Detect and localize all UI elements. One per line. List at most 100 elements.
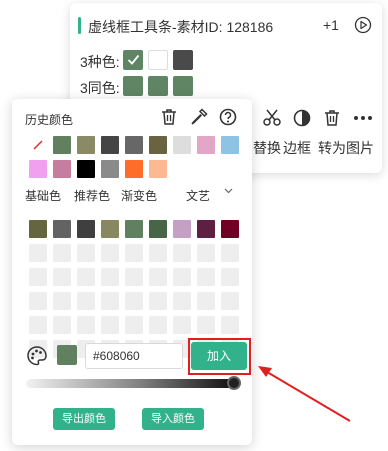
empty-color-slot[interactable] xyxy=(149,268,167,286)
row1-color-swatch[interactable] xyxy=(123,50,143,70)
play-icon[interactable] xyxy=(354,16,372,34)
check-icon xyxy=(127,54,140,65)
history-colors-title: 历史颜色 xyxy=(25,113,74,127)
no-color-swatch[interactable] xyxy=(29,136,47,154)
history-color-swatch[interactable] xyxy=(125,160,143,178)
opacity-slider-handle[interactable] xyxy=(227,376,241,390)
title-accent-bar xyxy=(78,17,81,34)
empty-color-slot[interactable] xyxy=(221,292,239,310)
empty-color-slot[interactable] xyxy=(77,244,95,262)
history-color-swatch[interactable] xyxy=(53,160,71,178)
tab-recommended-colors[interactable]: 推荐色 xyxy=(74,187,110,204)
row2-color-swatch[interactable] xyxy=(123,76,143,96)
row1-color-swatch[interactable] xyxy=(173,50,193,70)
hex-input[interactable] xyxy=(85,343,183,369)
empty-color-slot[interactable] xyxy=(101,316,119,334)
empty-color-slot[interactable] xyxy=(29,316,47,334)
empty-color-slot[interactable] xyxy=(53,268,71,286)
eyedropper-icon[interactable] xyxy=(189,107,209,127)
empty-color-slot[interactable] xyxy=(197,244,215,262)
empty-color-slot[interactable] xyxy=(149,316,167,334)
empty-color-slot[interactable] xyxy=(149,244,167,262)
history-color-swatch[interactable] xyxy=(149,160,167,178)
empty-color-slot[interactable] xyxy=(125,268,143,286)
action-to-image-label[interactable]: 转为图片 xyxy=(318,138,374,158)
empty-color-slot[interactable] xyxy=(221,268,239,286)
empty-color-slot[interactable] xyxy=(53,292,71,310)
empty-color-slot[interactable] xyxy=(125,316,143,334)
empty-color-slot[interactable] xyxy=(197,268,215,286)
empty-color-slot[interactable] xyxy=(149,292,167,310)
empty-color-slot[interactable] xyxy=(125,244,143,262)
palette-icon[interactable] xyxy=(26,345,48,367)
color-picker-panel: 历史颜色 基础色 推荐色 渐变色 文艺 加入 导出颜 xyxy=(12,99,252,445)
empty-color-slot[interactable] xyxy=(29,244,47,262)
history-color-swatch[interactable] xyxy=(77,160,95,178)
empty-color-slot[interactable] xyxy=(197,316,215,334)
row2-color-swatch[interactable] xyxy=(148,76,168,96)
empty-color-slot[interactable] xyxy=(173,268,191,286)
empty-color-slot[interactable] xyxy=(173,316,191,334)
preset-color-swatch[interactable] xyxy=(53,220,71,238)
row2-label: 3同色: xyxy=(80,80,120,96)
tab-basic-colors[interactable]: 基础色 xyxy=(25,187,61,204)
row2-color-swatch[interactable] xyxy=(173,76,193,96)
callout-arrow-icon xyxy=(258,366,351,422)
more-icon[interactable] xyxy=(352,108,374,128)
preset-color-swatch[interactable] xyxy=(173,220,191,238)
empty-color-slot[interactable] xyxy=(101,292,119,310)
empty-color-slot[interactable] xyxy=(221,316,239,334)
history-color-swatch[interactable] xyxy=(101,136,119,154)
preset-color-swatch[interactable] xyxy=(77,220,95,238)
theme-select-value: 文艺 xyxy=(186,189,211,203)
empty-color-slot[interactable] xyxy=(101,244,119,262)
empty-color-slot[interactable] xyxy=(29,292,47,310)
preset-color-swatch[interactable] xyxy=(101,220,119,238)
chevron-down-icon xyxy=(224,188,233,194)
history-color-swatch[interactable] xyxy=(53,136,71,154)
history-color-swatch[interactable] xyxy=(197,136,215,154)
theme-select[interactable]: 文艺 xyxy=(172,181,242,205)
empty-color-slot[interactable] xyxy=(197,292,215,310)
preset-color-swatch[interactable] xyxy=(125,220,143,238)
export-colors-button[interactable]: 导出颜色 xyxy=(53,408,115,430)
import-colors-button[interactable]: 导入颜色 xyxy=(142,408,204,430)
history-color-swatch[interactable] xyxy=(125,136,143,154)
trash-icon[interactable] xyxy=(322,108,342,128)
contrast-icon[interactable] xyxy=(292,108,312,128)
history-color-swatch[interactable] xyxy=(77,136,95,154)
history-color-swatch[interactable] xyxy=(101,160,119,178)
row1-color-swatch[interactable] xyxy=(148,50,168,70)
plus-count[interactable]: +1 xyxy=(323,17,339,33)
empty-color-slot[interactable] xyxy=(77,316,95,334)
empty-color-slot[interactable] xyxy=(29,268,47,286)
empty-color-slot[interactable] xyxy=(173,244,191,262)
opacity-slider[interactable] xyxy=(26,379,234,388)
action-replace-label[interactable]: 替换 xyxy=(253,138,281,158)
empty-color-slot[interactable] xyxy=(221,244,239,262)
history-color-swatch[interactable] xyxy=(221,136,239,154)
preset-color-swatch[interactable] xyxy=(149,220,167,238)
empty-color-slot[interactable] xyxy=(101,268,119,286)
action-border-label[interactable]: 边框 xyxy=(283,138,311,158)
empty-color-slot[interactable] xyxy=(77,268,95,286)
tab-gradient-colors[interactable]: 渐变色 xyxy=(121,187,157,204)
empty-color-slot[interactable] xyxy=(53,244,71,262)
empty-color-slot[interactable] xyxy=(173,292,191,310)
add-color-button[interactable]: 加入 xyxy=(191,342,247,370)
palette-tabs: 基础色 推荐色 渐变色 文艺 xyxy=(12,177,252,211)
help-icon[interactable] xyxy=(218,107,238,127)
trash-icon[interactable] xyxy=(159,107,179,127)
empty-color-slot[interactable] xyxy=(125,292,143,310)
scissors-icon[interactable] xyxy=(262,108,282,128)
empty-color-slot[interactable] xyxy=(77,292,95,310)
history-color-swatch[interactable] xyxy=(29,160,47,178)
preset-color-swatch[interactable] xyxy=(29,220,47,238)
preset-color-swatch[interactable] xyxy=(221,220,239,238)
history-color-swatch[interactable] xyxy=(149,136,167,154)
empty-color-slot[interactable] xyxy=(53,316,71,334)
row1-label: 3种色: xyxy=(80,54,120,70)
preset-color-swatch[interactable] xyxy=(197,220,215,238)
history-color-swatch[interactable] xyxy=(173,136,191,154)
current-color-swatch[interactable] xyxy=(57,345,77,365)
